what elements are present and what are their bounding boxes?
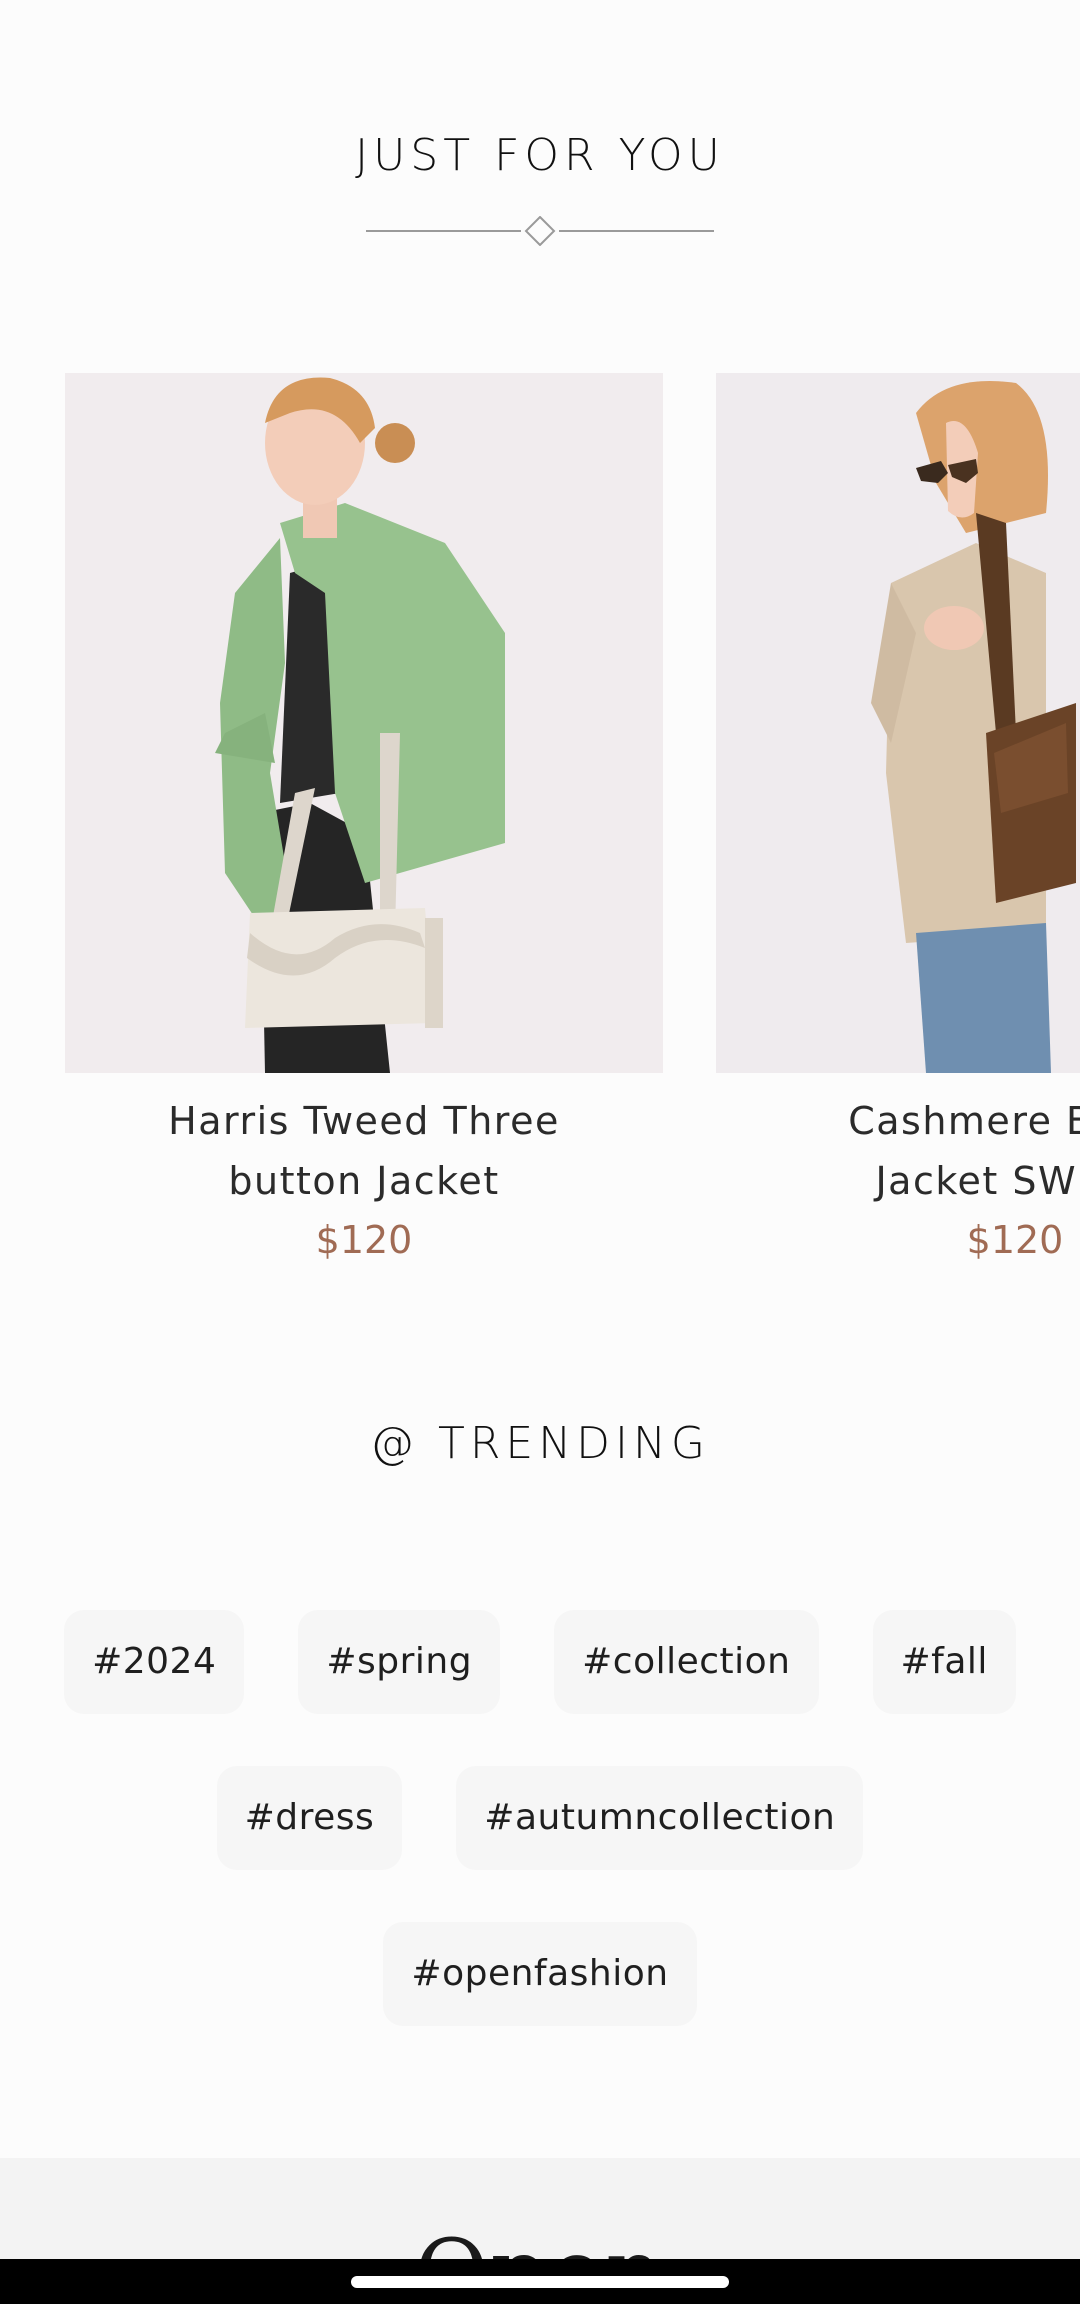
tag-openfashion[interactable]: #openfashion xyxy=(383,1922,697,2026)
product-image[interactable] xyxy=(716,373,1080,1073)
tag-row: #openfashion xyxy=(0,1922,1080,2026)
tag-row: #2024 #spring #collection #fall xyxy=(0,1610,1080,1714)
tag-row: #dress #autumncollection xyxy=(0,1766,1080,1870)
product-name[interactable]: Harris Tweed Three button Jacket xyxy=(65,1091,663,1211)
tag-fall[interactable]: #fall xyxy=(872,1610,1016,1714)
tag-2024[interactable]: #2024 xyxy=(64,1610,245,1714)
product-price: $120 xyxy=(315,1218,413,1262)
tag-collection[interactable]: #collection xyxy=(554,1610,819,1714)
system-nav-bar xyxy=(0,2259,1080,2304)
product-name[interactable]: Cashmere Blend Jacket SW1WJ xyxy=(716,1091,1080,1211)
product-name-line2: button Jacket xyxy=(228,1159,500,1203)
product-name-line1: Harris Tweed Three xyxy=(168,1099,560,1143)
product-card[interactable]: Harris Tweed Three button Jacket $120 xyxy=(65,373,663,1269)
product-image[interactable] xyxy=(65,373,663,1073)
just-for-you-title: JUST FOR YOU xyxy=(355,130,725,181)
product-name-line1: Cashmere Blend xyxy=(848,1099,1080,1143)
trending-tags: #2024 #spring #collection #fall #dress #… xyxy=(0,1610,1080,2078)
product-card[interactable]: Cashmere Blend Jacket SW1WJ $120 xyxy=(716,373,1080,1269)
home-indicator[interactable] xyxy=(351,2276,729,2288)
product-price: $120 xyxy=(966,1218,1064,1262)
tag-dress[interactable]: #dress xyxy=(216,1766,403,1870)
tag-autumncollection[interactable]: #autumncollection xyxy=(456,1766,864,1870)
product-carousel[interactable]: Harris Tweed Three button Jacket $120 Ca… xyxy=(0,373,1080,1273)
diamond-divider xyxy=(366,216,714,246)
tag-spring[interactable]: #spring xyxy=(298,1610,501,1714)
product-name-line2: Jacket SW1WJ xyxy=(875,1159,1080,1203)
trending-title: @ TRENDING xyxy=(369,1418,711,1469)
